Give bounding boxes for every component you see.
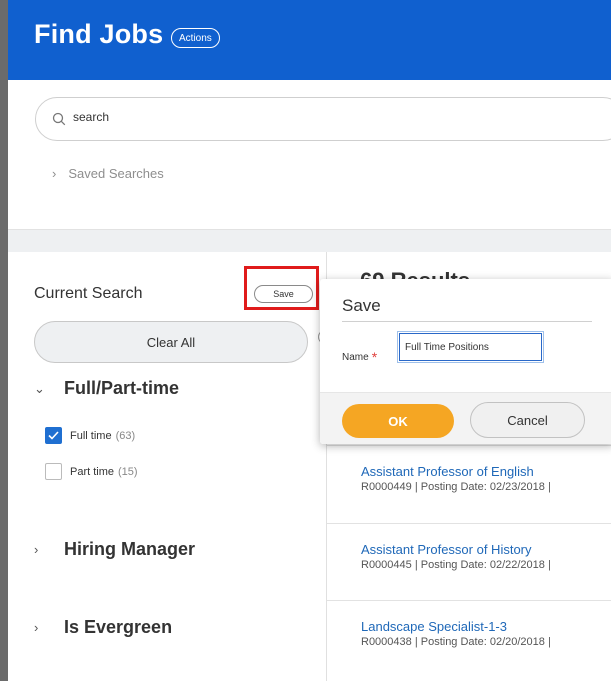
checkmark-icon xyxy=(48,431,59,440)
facet-full-part-time[interactable]: ⌄ Full/Part-time xyxy=(34,378,179,399)
result-row[interactable]: Landscape Specialist-1-3 R0000438 | Post… xyxy=(327,600,611,681)
result-meta: R0000438 | Posting Date: 02/20/2018 | xyxy=(361,636,551,648)
search-area: › Saved Searches xyxy=(8,80,611,230)
option-part-time[interactable]: Part time (15) xyxy=(45,463,138,480)
option-count: (15) xyxy=(118,465,138,478)
option-label: Full time xyxy=(70,429,112,442)
option-count: (63) xyxy=(115,429,136,442)
cancel-button[interactable]: Cancel xyxy=(470,402,585,438)
result-title-link[interactable]: Assistant Professor of English xyxy=(361,464,534,479)
checkbox-checked[interactable] xyxy=(45,427,62,444)
page-title: Find Jobs xyxy=(34,19,164,49)
name-label-text: Name xyxy=(342,352,369,363)
result-meta: R0000445 | Posting Date: 02/22/2018 | xyxy=(361,559,551,571)
save-search-dialog: Save Name* OK Cancel xyxy=(320,279,611,444)
name-field-label: Name * xyxy=(342,349,377,365)
dialog-divider xyxy=(342,321,592,322)
filter-panel: Current Search Save Clear All ⌄ Full/Par… xyxy=(8,252,326,681)
saved-searches-toggle[interactable]: › Saved Searches xyxy=(52,166,164,181)
highlight-box xyxy=(244,266,319,310)
search-box[interactable] xyxy=(35,97,611,141)
search-icon xyxy=(52,112,66,126)
result-row[interactable]: Assistant Professor of English R0000449 … xyxy=(327,445,611,523)
facet-label: Hiring Manager xyxy=(64,539,196,559)
option-full-time[interactable]: Full time (63) xyxy=(45,427,135,444)
result-row[interactable]: Assistant Professor of History R0000445 … xyxy=(327,523,611,601)
result-title-link[interactable]: Landscape Specialist-1-3 xyxy=(361,619,507,634)
clear-all-button[interactable]: Clear All xyxy=(34,321,308,363)
facet-label: Full/Part-time xyxy=(64,378,180,398)
page-header: Find Jobs Actions xyxy=(8,0,611,80)
required-marker: * xyxy=(371,349,378,365)
facet-hiring-manager[interactable]: › Hiring Manager xyxy=(34,539,195,560)
chevron-right-icon: › xyxy=(52,166,57,181)
name-input[interactable] xyxy=(397,331,544,363)
dialog-title: Save xyxy=(342,296,381,315)
chevron-right-icon: › xyxy=(34,620,39,635)
search-input[interactable] xyxy=(73,110,473,124)
app-frame: Find Jobs Actions › Saved Searches Curre… xyxy=(8,0,611,681)
current-search-label: Current Search xyxy=(34,285,143,302)
saved-searches-label: Saved Searches xyxy=(68,166,164,181)
dialog-footer: OK Cancel xyxy=(320,392,611,444)
chevron-down-icon: ⌄ xyxy=(34,380,45,396)
checkbox-unchecked[interactable] xyxy=(45,463,62,480)
option-label: Part time xyxy=(70,465,115,478)
facet-label: Is Evergreen xyxy=(64,617,173,637)
result-title-link[interactable]: Assistant Professor of History xyxy=(361,542,532,557)
actions-button[interactable]: Actions xyxy=(171,28,220,48)
result-meta: R0000449 | Posting Date: 02/23/2018 | xyxy=(361,481,551,493)
chevron-right-icon: › xyxy=(34,542,39,557)
ok-button[interactable]: OK xyxy=(342,404,454,438)
section-band xyxy=(8,230,611,252)
facet-is-evergreen[interactable]: › Is Evergreen xyxy=(34,617,172,638)
